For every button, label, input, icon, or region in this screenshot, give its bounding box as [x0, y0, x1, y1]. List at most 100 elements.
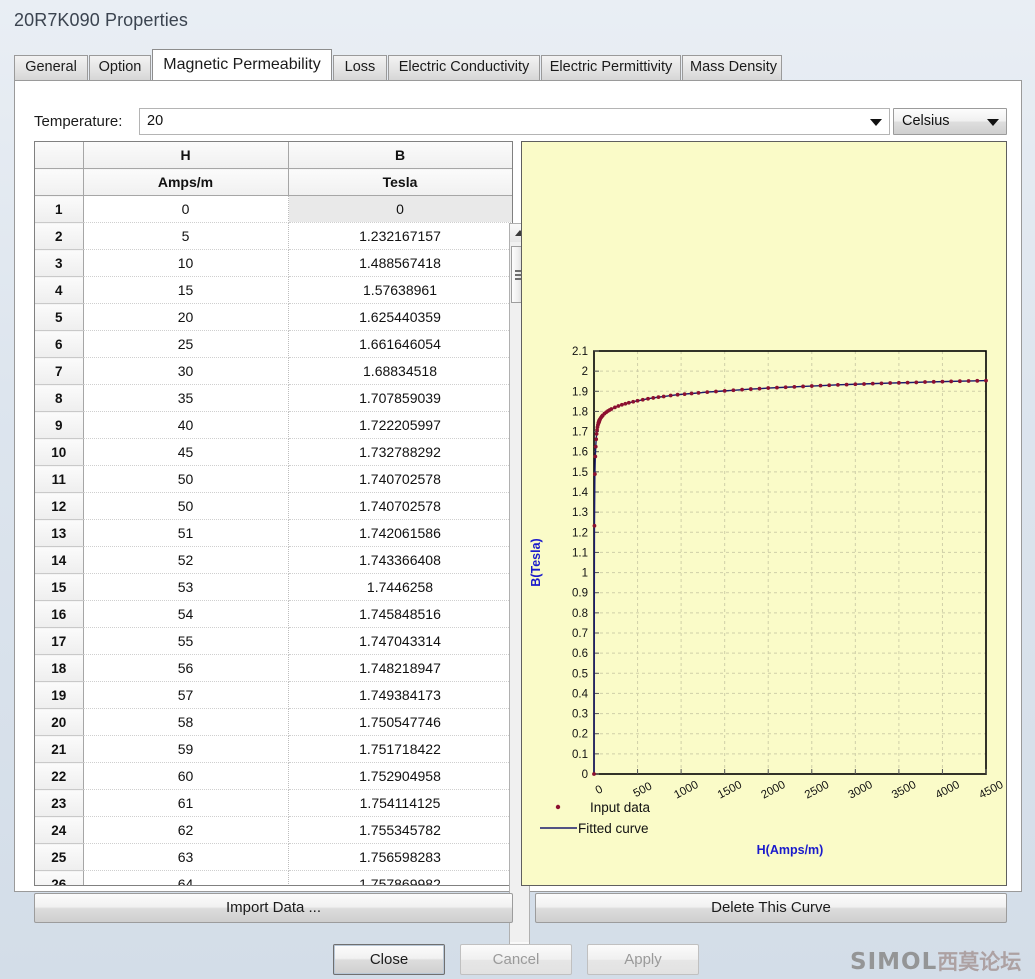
row-number[interactable]: 13 — [35, 519, 84, 547]
tab-electric-permittivity[interactable]: Electric Permittivity — [541, 55, 681, 80]
table-row[interactable]: 19 57 1.749384173 — [35, 681, 512, 709]
cell-b[interactable]: 1.625440359 — [288, 303, 512, 331]
tab-general[interactable]: General — [14, 55, 88, 80]
row-number[interactable]: 12 — [35, 492, 84, 520]
bh-data-table[interactable]: H B Amps/m Tesla 1 0 0 2 5 1.232167157 3 10 1.48856… — [34, 141, 513, 886]
row-number[interactable]: 10 — [35, 438, 84, 466]
cell-b[interactable]: 1.232167157 — [288, 222, 512, 250]
table-row[interactable]: 15 53 1.7446258 — [35, 573, 512, 601]
table-corner-cell[interactable] — [35, 142, 84, 169]
row-number[interactable]: 3 — [35, 249, 84, 277]
cell-h[interactable]: 57 — [83, 681, 289, 709]
cell-b[interactable]: 1.756598283 — [288, 843, 512, 871]
table-row[interactable]: 21 59 1.751718422 — [35, 735, 512, 763]
table-row[interactable]: 24 62 1.755345782 — [35, 816, 512, 844]
table-row[interactable]: 13 51 1.742061586 — [35, 519, 512, 547]
cell-b[interactable]: 1.742061586 — [288, 519, 512, 547]
cell-b[interactable]: 1.747043314 — [288, 627, 512, 655]
cell-h[interactable]: 50 — [83, 492, 289, 520]
row-number[interactable]: 2 — [35, 222, 84, 250]
cell-b[interactable]: 1.740702578 — [288, 465, 512, 493]
row-number[interactable]: 22 — [35, 762, 84, 790]
table-row[interactable]: 8 35 1.707859039 — [35, 384, 512, 412]
cell-h[interactable]: 60 — [83, 762, 289, 790]
cell-h[interactable]: 62 — [83, 816, 289, 844]
cell-h[interactable]: 50 — [83, 465, 289, 493]
table-row[interactable]: 16 54 1.745848516 — [35, 600, 512, 628]
table-row[interactable]: 25 63 1.756598283 — [35, 843, 512, 871]
cell-h[interactable]: 63 — [83, 843, 289, 871]
row-number[interactable]: 24 — [35, 816, 84, 844]
row-number[interactable]: 7 — [35, 357, 84, 385]
cell-b[interactable]: 1.488567418 — [288, 249, 512, 277]
table-row[interactable]: 26 64 1.757869982 — [35, 870, 512, 885]
cell-b[interactable]: 1.732788292 — [288, 438, 512, 466]
tab-option[interactable]: Option — [89, 55, 151, 80]
cell-h[interactable]: 5 — [83, 222, 289, 250]
cell-b[interactable]: 1.661646054 — [288, 330, 512, 358]
cell-h[interactable]: 61 — [83, 789, 289, 817]
cell-h[interactable]: 64 — [83, 870, 289, 885]
table-row[interactable]: 14 52 1.743366408 — [35, 546, 512, 574]
cell-b[interactable]: 1.743366408 — [288, 546, 512, 574]
row-number[interactable]: 23 — [35, 789, 84, 817]
cell-h[interactable]: 10 — [83, 249, 289, 277]
tab-loss[interactable]: Loss — [333, 55, 387, 80]
table-row[interactable]: 17 55 1.747043314 — [35, 627, 512, 655]
cell-h[interactable]: 45 — [83, 438, 289, 466]
temperature-combobox[interactable]: 20 — [139, 108, 890, 135]
table-row[interactable]: 18 56 1.748218947 — [35, 654, 512, 682]
table-row[interactable]: 2 5 1.232167157 — [35, 222, 512, 250]
cell-b[interactable]: 1.722205997 — [288, 411, 512, 439]
cell-b[interactable]: 1.745848516 — [288, 600, 512, 628]
row-number[interactable]: 6 — [35, 330, 84, 358]
bh-curve-chart[interactable]: 0 0.1 0.2 0.3 0.4 0.5 0.6 0.7 0.8 0.9 1 1.1 1.2 1.3 1.… — [521, 141, 1007, 886]
cell-h[interactable]: 55 — [83, 627, 289, 655]
cell-b[interactable]: 1.754114125 — [288, 789, 512, 817]
tab-mass-density[interactable]: Mass Density — [682, 55, 782, 80]
table-row[interactable]: 6 25 1.661646054 — [35, 330, 512, 358]
cell-b[interactable]: 1.757869982 — [288, 870, 512, 885]
cell-b[interactable]: 1.707859039 — [288, 384, 512, 412]
row-number[interactable]: 8 — [35, 384, 84, 412]
row-number[interactable]: 15 — [35, 573, 84, 601]
delete-this-curve-button[interactable]: Delete This Curve — [535, 893, 1007, 923]
cell-h[interactable]: 59 — [83, 735, 289, 763]
table-row[interactable]: 3 10 1.488567418 — [35, 249, 512, 277]
row-number[interactable]: 25 — [35, 843, 84, 871]
cell-b[interactable]: 1.748218947 — [288, 654, 512, 682]
cell-h[interactable]: 15 — [83, 276, 289, 304]
row-number[interactable]: 16 — [35, 600, 84, 628]
table-row[interactable]: 23 61 1.754114125 — [35, 789, 512, 817]
cell-h[interactable]: 58 — [83, 708, 289, 736]
close-button[interactable]: Close — [333, 944, 445, 975]
row-number[interactable]: 21 — [35, 735, 84, 763]
cell-h[interactable]: 52 — [83, 546, 289, 574]
cell-b[interactable]: 1.751718422 — [288, 735, 512, 763]
import-data-button[interactable]: Import Data ... — [34, 893, 513, 923]
cell-h[interactable]: 20 — [83, 303, 289, 331]
table-row[interactable]: 22 60 1.752904958 — [35, 762, 512, 790]
row-number[interactable]: 20 — [35, 708, 84, 736]
row-number[interactable]: 19 — [35, 681, 84, 709]
cell-b[interactable]: 1.749384173 — [288, 681, 512, 709]
row-number[interactable]: 18 — [35, 654, 84, 682]
row-number[interactable]: 4 — [35, 276, 84, 304]
cell-h[interactable]: 56 — [83, 654, 289, 682]
row-number[interactable]: 9 — [35, 411, 84, 439]
temperature-unit-combobox[interactable]: Celsius — [893, 108, 1007, 135]
tab-electric-conductivity[interactable]: Electric Conductivity — [388, 55, 540, 80]
table-row[interactable]: 9 40 1.722205997 — [35, 411, 512, 439]
table-row[interactable]: 5 20 1.625440359 — [35, 303, 512, 331]
table-row[interactable]: 12 50 1.740702578 — [35, 492, 512, 520]
cell-h[interactable]: 53 — [83, 573, 289, 601]
row-number[interactable]: 26 — [35, 870, 84, 885]
cell-b[interactable]: 1.755345782 — [288, 816, 512, 844]
cell-b[interactable]: 1.68834518 — [288, 357, 512, 385]
table-row[interactable]: 100 — [35, 195, 512, 223]
cell-h[interactable]: 25 — [83, 330, 289, 358]
cell-b[interactable]: 0 — [288, 195, 512, 223]
row-number[interactable]: 11 — [35, 465, 84, 493]
cell-h[interactable]: 35 — [83, 384, 289, 412]
cell-b[interactable]: 1.740702578 — [288, 492, 512, 520]
